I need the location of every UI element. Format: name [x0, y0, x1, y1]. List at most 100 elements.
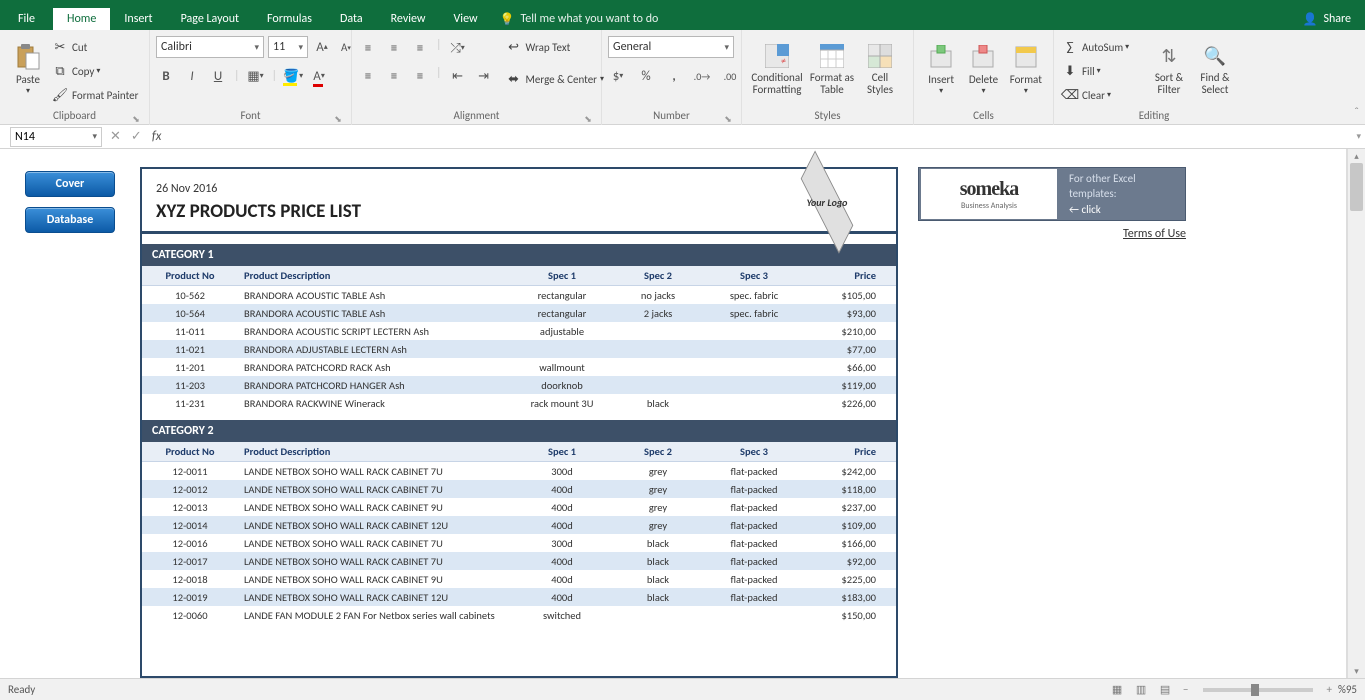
paste-button[interactable]: Paste▾ [6, 32, 50, 106]
enter-formula-icon[interactable]: ✓ [131, 129, 142, 144]
percent-format-icon[interactable]: % [636, 66, 656, 86]
delete-cells-button[interactable]: Delete▾ [962, 32, 1004, 106]
someka-promo[interactable]: someka Business Analysis For other Excel… [918, 167, 1186, 221]
status-ready: Ready [8, 683, 35, 696]
logo-placeholder: Your Logo [772, 179, 882, 225]
collapse-ribbon-icon[interactable]: ˆ [1354, 106, 1359, 120]
align-middle-icon[interactable]: ≡ [384, 38, 404, 58]
insert-cells-button[interactable]: Insert▾ [920, 32, 962, 106]
zoom-level[interactable]: %95 [1338, 683, 1357, 696]
accounting-format-icon[interactable]: $▾ [608, 66, 628, 86]
share-button[interactable]: 👤Share [1288, 12, 1365, 27]
tab-view[interactable]: View [440, 8, 492, 30]
person-icon: 👤 [1302, 12, 1317, 27]
increase-indent-icon[interactable]: ⇥ [474, 66, 494, 86]
tab-review[interactable]: Review [377, 8, 440, 30]
table-row: 10-562BRANDORA ACOUSTIC TABLE Ashrectang… [142, 286, 896, 305]
formula-input[interactable] [169, 127, 1356, 147]
tab-file[interactable]: File [0, 8, 53, 30]
align-top-icon[interactable]: ≡ [358, 38, 378, 58]
svg-text:≠: ≠ [781, 54, 786, 67]
copy-button[interactable]: ⧉Copy▾ [50, 60, 140, 82]
comma-format-icon[interactable]: , [664, 66, 684, 86]
clear-button[interactable]: ⌫Clear▾ [1060, 84, 1146, 106]
normal-view-icon[interactable]: ▦ [1106, 681, 1128, 699]
sigma-icon: ∑ [1062, 39, 1078, 55]
category-2-header: CATEGORY 2 [142, 420, 896, 442]
align-center-icon[interactable]: ≡ [384, 66, 404, 86]
zoom-out-icon[interactable]: − [1183, 683, 1188, 696]
tab-insert[interactable]: Insert [110, 8, 166, 30]
status-bar: Ready ▦ ▥ ▤ − + %95 [0, 678, 1365, 700]
scroll-thumb[interactable] [1350, 163, 1363, 211]
fill-color-button[interactable]: 🪣▾ [283, 66, 303, 86]
expand-formula-icon[interactable]: ▾ [1356, 131, 1361, 142]
borders-button[interactable]: ▦▾ [246, 66, 266, 86]
dialog-launcher-icon[interactable]: ⬊ [333, 113, 343, 123]
format-cells-button[interactable]: Format▾ [1005, 32, 1047, 106]
dialog-launcher-icon[interactable]: ⬊ [131, 113, 141, 123]
terms-link[interactable]: Terms of Use [918, 227, 1186, 241]
dialog-launcher-icon[interactable]: ⬊ [583, 113, 593, 123]
table-row: 12-0011LANDE NETBOX SOHO WALL RACK CABIN… [142, 462, 896, 481]
page-break-view-icon[interactable]: ▤ [1154, 681, 1176, 699]
cells-label: Cells [973, 109, 994, 122]
scroll-up-icon[interactable]: ▴ [1348, 149, 1365, 163]
eraser-icon: ⌫ [1062, 87, 1078, 103]
table-row: 12-0014LANDE NETBOX SOHO WALL RACK CABIN… [142, 516, 896, 534]
cover-button[interactable]: Cover [25, 171, 115, 197]
name-box[interactable]: N14▾ [10, 127, 102, 147]
bold-button[interactable]: B [156, 66, 176, 86]
table-row: 12-0013LANDE NETBOX SOHO WALL RACK CABIN… [142, 498, 896, 516]
increase-decimal-icon[interactable]: .0→ [692, 66, 712, 86]
table-row: 11-021BRANDORA ADJUSTABLE LECTERN Ash$77… [142, 340, 896, 358]
table-row: 10-564BRANDORA ACOUSTIC TABLE Ashrectang… [142, 304, 896, 322]
decrease-decimal-icon[interactable]: .00 [720, 66, 740, 86]
tell-me[interactable]: 💡Tell me what you want to do [500, 12, 659, 27]
fill-down-icon: ⬇ [1062, 63, 1078, 79]
cut-button[interactable]: ✂Cut [50, 36, 140, 58]
align-right-icon[interactable]: ≡ [410, 66, 430, 86]
number-format-combo[interactable]: General▾ [608, 36, 734, 58]
zoom-slider[interactable] [1203, 688, 1313, 692]
conditional-formatting-button[interactable]: ≠Conditional Formatting [748, 32, 806, 106]
vertical-scrollbar[interactable]: ▴ ▾ [1347, 149, 1365, 678]
table-row: 11-011BRANDORA ACOUSTIC SCRIPT LECTERN A… [142, 322, 896, 340]
font-label: Font [240, 109, 260, 122]
fx-icon[interactable]: fx [152, 129, 162, 144]
styles-label: Styles [814, 109, 840, 122]
fill-button[interactable]: ⬇Fill▾ [1060, 60, 1146, 82]
align-bottom-icon[interactable]: ≡ [410, 38, 430, 58]
tab-page-layout[interactable]: Page Layout [167, 8, 253, 30]
cancel-formula-icon[interactable]: ✕ [110, 129, 121, 144]
merge-center-button[interactable]: ⬌Merge & Center▾ [504, 68, 607, 90]
font-size-combo[interactable]: 11▾ [268, 36, 308, 58]
find-select-button[interactable]: 🔍Find & Select [1192, 32, 1238, 106]
dialog-launcher-icon[interactable]: ⬊ [723, 113, 733, 123]
font-family-combo[interactable]: Calibri▾ [156, 36, 264, 58]
increase-font-icon[interactable]: A▴ [312, 37, 332, 57]
wrap-text-button[interactable]: ↩Wrap Text [504, 36, 607, 58]
format-painter-button[interactable]: 🖌Format Painter [50, 84, 140, 106]
tab-data[interactable]: Data [326, 8, 377, 30]
decrease-indent-icon[interactable]: ⇤ [448, 66, 468, 86]
font-color-button[interactable]: A▾ [309, 66, 329, 86]
database-button[interactable]: Database [25, 207, 115, 233]
number-label: Number [653, 109, 690, 122]
italic-button[interactable]: I [182, 66, 202, 86]
scroll-down-icon[interactable]: ▾ [1348, 664, 1365, 678]
price-list-document: 26 Nov 2016 XYZ PRODUCTS PRICE LIST Your… [140, 167, 898, 678]
table-row: 12-0012LANDE NETBOX SOHO WALL RACK CABIN… [142, 480, 896, 498]
tab-formulas[interactable]: Formulas [253, 8, 326, 30]
autosum-button[interactable]: ∑AutoSum▾ [1060, 36, 1146, 58]
tab-home[interactable]: Home [53, 8, 110, 30]
sort-filter-button[interactable]: ⇅Sort & Filter [1146, 32, 1192, 106]
page-layout-view-icon[interactable]: ▥ [1130, 681, 1152, 699]
align-left-icon[interactable]: ≡ [358, 66, 378, 86]
format-as-table-button[interactable]: Format as Table [806, 32, 858, 106]
table-row: 12-0018LANDE NETBOX SOHO WALL RACK CABIN… [142, 570, 896, 588]
underline-button[interactable]: U [208, 66, 228, 86]
zoom-in-icon[interactable]: + [1327, 683, 1332, 696]
orientation-icon[interactable]: ⤮▾ [448, 38, 468, 58]
cell-styles-button[interactable]: Cell Styles [858, 32, 902, 106]
